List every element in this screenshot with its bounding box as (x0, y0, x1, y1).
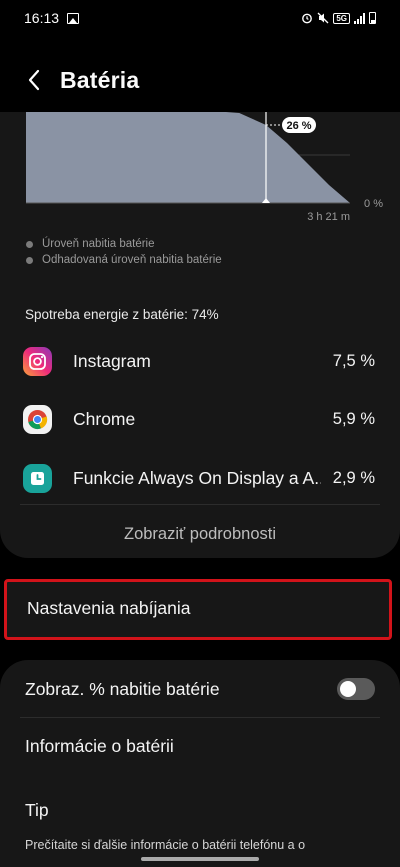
battery-settings-card: Zobraz. % nabitie batérie Informácie o b… (0, 660, 400, 867)
chart-area-estimated (266, 125, 350, 203)
divider (20, 504, 380, 505)
legend-item-estimated: Odhadovaná úroveň nabitia batérie (26, 252, 222, 268)
tip-title: Tip (25, 800, 49, 820)
chart-area-level (26, 112, 266, 203)
battery-status-icon (369, 12, 376, 24)
back-arrow-icon (28, 69, 40, 91)
alarm-icon (302, 13, 313, 24)
battery-usage-card: 26 % 0 % 3 h 21 m Úroveň nabitia batérie O… (0, 112, 400, 558)
battery-usage-label: Spotreba energie z batérie: 74% (25, 307, 219, 322)
chart-callout-label: 26 % (286, 120, 311, 132)
show-percent-toggle[interactable] (337, 678, 375, 700)
page-title: Batéria (60, 66, 140, 93)
battery-info-item[interactable]: Informácie o batérii (25, 736, 174, 757)
charging-settings-label: Nastavenia nabíjania (27, 598, 191, 618)
charging-settings-item[interactable]: Nastavenia nabíjania (4, 579, 392, 640)
status-time: 16:13 (24, 10, 60, 26)
gallery-notification-icon (67, 12, 80, 24)
app-percent: 5,9 % (332, 409, 375, 428)
app-row-chrome[interactable]: Chrome 5,9 % (0, 390, 400, 448)
legend-item-level: Úroveň nabitia batérie (26, 236, 222, 252)
app-percent: 7,5 % (332, 351, 375, 370)
legend-label: Odhadovaná úroveň nabitia batérie (42, 254, 222, 266)
app-name: Instagram (73, 350, 151, 371)
legend-label: Úroveň nabitia batérie (42, 238, 155, 250)
tip-text[interactable]: Prečítaite si ďalšie informácie o batéri… (25, 838, 305, 852)
always-on-display-icon (23, 463, 52, 493)
chart-xtick-label: 3 h 21 m (307, 211, 350, 223)
chart-legend: Úroveň nabitia batérie Odhadovaná úroveň… (26, 236, 222, 268)
app-name: Funkcie Always On Display a A... (73, 467, 321, 488)
show-percent-label: Zobraz. % nabitie batérie (25, 678, 220, 699)
legend-dot (26, 240, 33, 248)
show-percent-row[interactable]: Zobraz. % nabitie batérie (0, 660, 400, 718)
chart-ytick-label: 0 % (364, 198, 383, 210)
app-name: Chrome (73, 408, 136, 429)
battery-level-chart[interactable]: 26 % 0 % 3 h 21 m (0, 112, 400, 232)
chrome-icon (23, 404, 52, 434)
signal-icon (354, 12, 365, 24)
instagram-icon (23, 346, 52, 376)
app-row-always-on-display[interactable]: Funkcie Always On Display a A... 2,9 % (0, 449, 400, 507)
app-row-instagram[interactable]: Instagram 7,5 % (0, 332, 400, 390)
divider (20, 717, 380, 718)
app-header: Batéria (0, 56, 400, 104)
app-percent: 2,9 % (332, 468, 375, 487)
navigation-handle[interactable] (141, 857, 259, 861)
legend-dot (26, 256, 33, 264)
back-button[interactable] (10, 56, 58, 104)
network-type-badge: 5G (333, 12, 350, 24)
show-details-button[interactable]: Zobraziť podrobnosti (0, 512, 400, 556)
status-bar: 16:13 5G (0, 0, 400, 36)
mute-icon (317, 12, 329, 24)
